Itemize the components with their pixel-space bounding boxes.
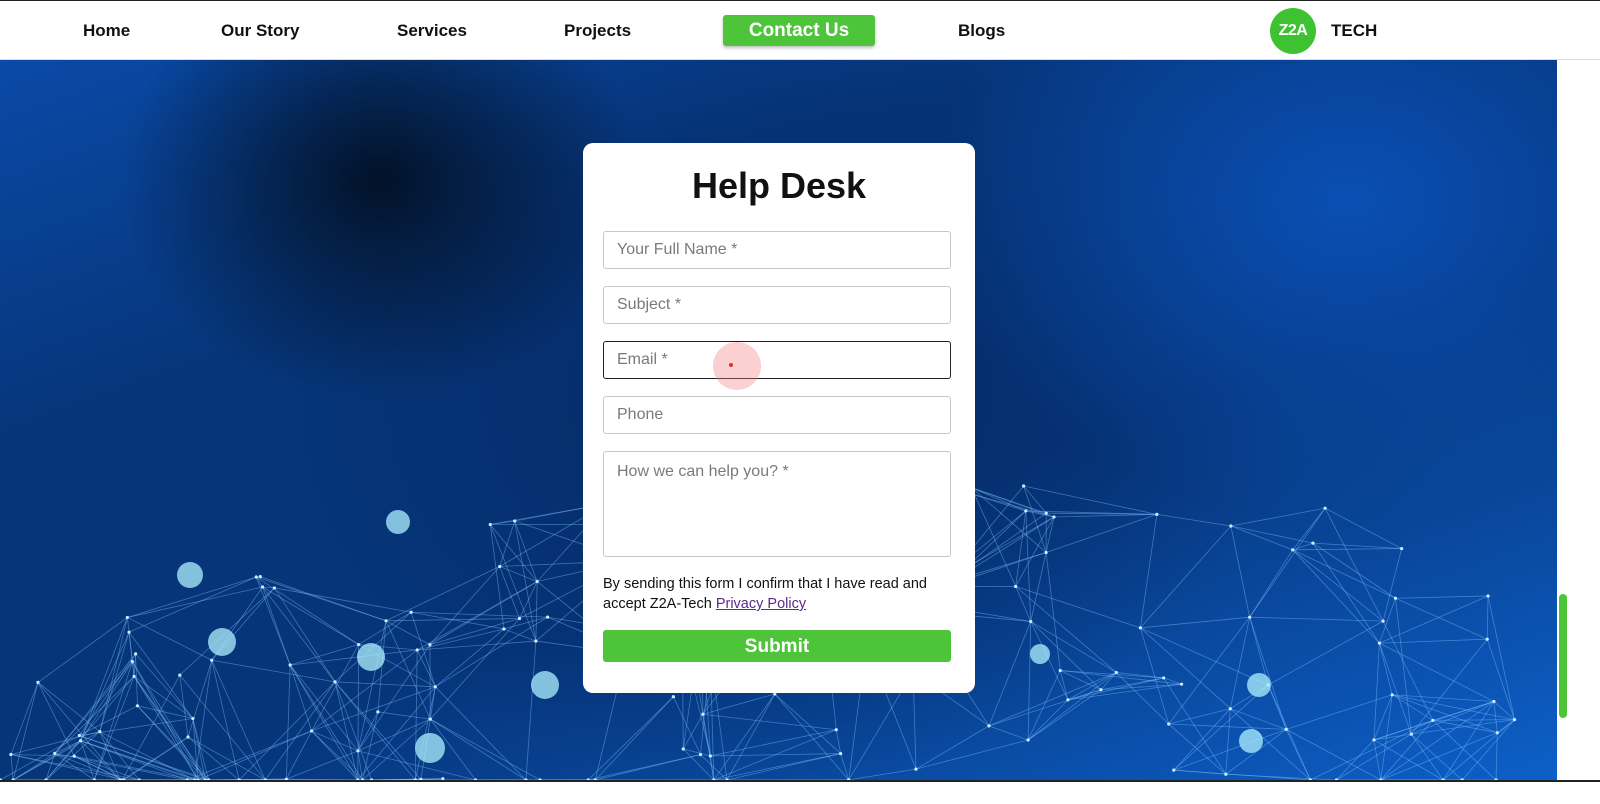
nav-our-story[interactable]: Our Story	[221, 1, 299, 61]
message-textarea[interactable]	[603, 451, 951, 557]
nav-contact-us-button[interactable]: Contact Us	[723, 15, 875, 46]
subject-input[interactable]	[603, 286, 951, 324]
privacy-policy-link[interactable]: Privacy Policy	[716, 596, 806, 612]
consent-text: By sending this form I confirm that I ha…	[603, 574, 953, 614]
phone-input[interactable]	[603, 396, 951, 434]
nav-services[interactable]: Services	[397, 1, 467, 61]
scrollbar-thumb[interactable]	[1559, 594, 1567, 718]
nav-blogs[interactable]: Blogs	[958, 1, 1005, 61]
top-navbar: Home Our Story Services Projects Contact…	[0, 0, 1600, 60]
submit-button[interactable]: Submit	[603, 630, 951, 662]
z2a-logo-icon: Z2A	[1270, 8, 1316, 54]
full-name-input[interactable]	[603, 231, 951, 269]
brand-name: TECH	[1331, 21, 1378, 40]
nav-home[interactable]: Home	[83, 1, 130, 61]
nav-projects[interactable]: Projects	[564, 1, 631, 61]
form-title: Help Desk	[691, 165, 867, 206]
email-input[interactable]	[603, 341, 951, 379]
page-bottom-border	[0, 780, 1600, 782]
help-desk-card: Help Desk By sending this form I confirm…	[583, 143, 975, 693]
